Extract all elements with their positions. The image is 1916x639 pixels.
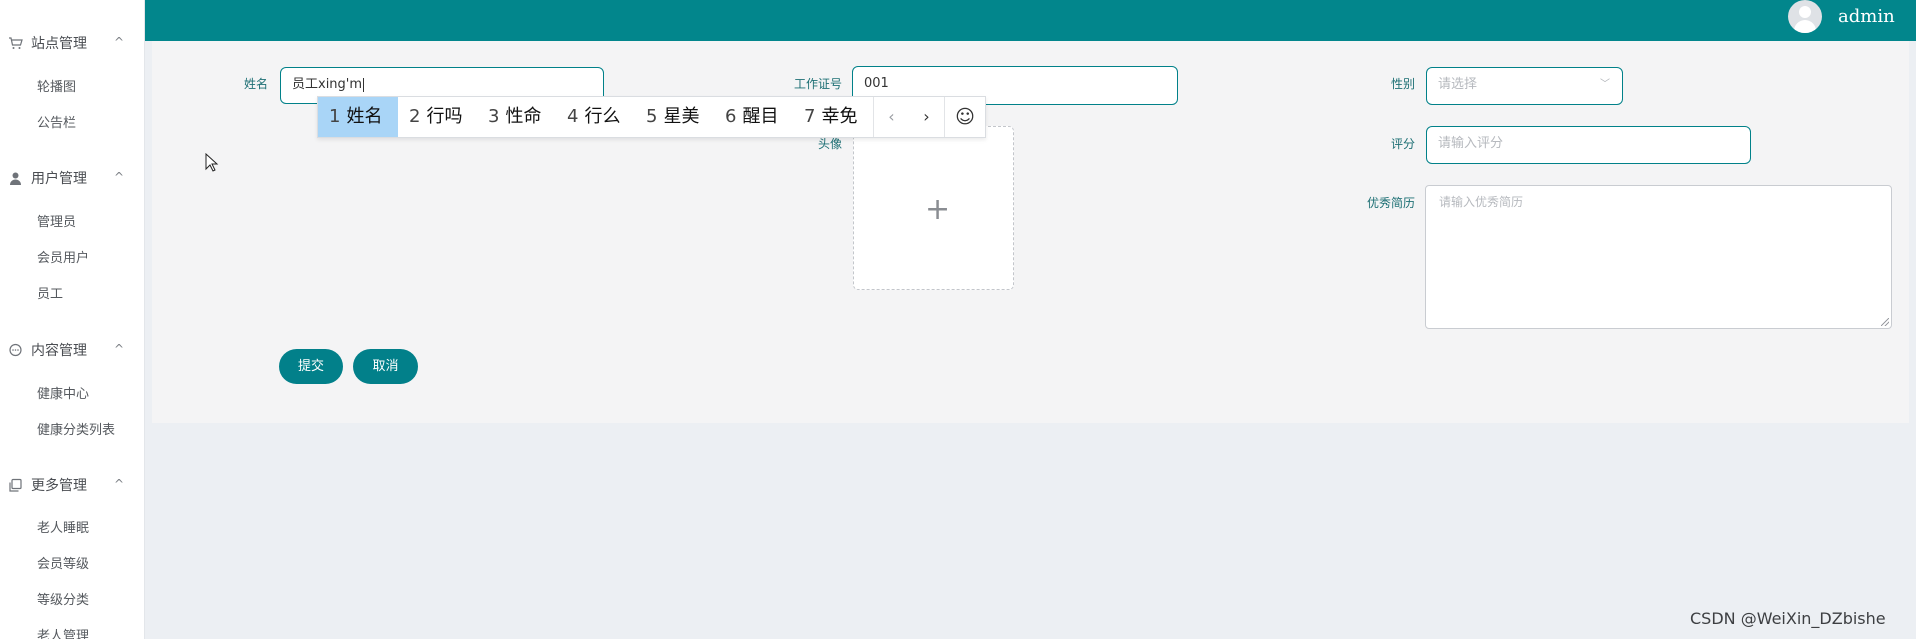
ime-candidate[interactable]: 7 幸免: [793, 97, 872, 137]
resume-textarea-placeholder: 请输入优秀简历: [1439, 195, 1524, 209]
ime-candidate[interactable]: 1 姓名: [318, 97, 398, 137]
ime-candidate[interactable]: 6 醒目: [714, 97, 793, 137]
name-input-value: 员工xing'm: [292, 77, 363, 92]
chevron-down-icon: ﹀: [1600, 79, 1610, 90]
chat-icon: [8, 343, 23, 358]
sidebar-item-level-category[interactable]: 等级分类: [37, 592, 89, 610]
copy-icon: [8, 478, 23, 493]
chevron-up-icon: ^: [114, 477, 125, 491]
sidebar-item-member[interactable]: 会员用户: [37, 250, 89, 268]
avatar[interactable]: [1788, 0, 1822, 33]
ime-candidate[interactable]: 5 星美: [635, 97, 714, 137]
resize-handle-icon[interactable]: [1881, 318, 1889, 326]
sidebar-group-label: 站点管理: [31, 36, 87, 52]
ime-prev-page-icon[interactable]: ‹: [874, 97, 909, 137]
ime-candidate[interactable]: 2 行吗: [398, 97, 477, 137]
chevron-up-icon: ^: [114, 170, 125, 184]
sidebar: 站点管理 ^ 轮播图 公告栏 用户管理 ^ 管理员 会员用户 员工 内容管理 ^…: [0, 0, 145, 639]
gender-select-placeholder: 请选择: [1438, 77, 1478, 92]
sidebar-item-notice[interactable]: 公告栏: [37, 115, 76, 133]
gender-label: 性别: [1390, 77, 1415, 91]
cancel-button[interactable]: 取消: [353, 349, 418, 384]
shop-icon: [8, 36, 23, 51]
sidebar-item-health-category[interactable]: 健康分类列表: [37, 422, 115, 440]
ime-candidate-bar: 1 姓名 2 行吗 3 性命 4 行么 5 星美 6 醒目 7 幸免 ‹ › ☺: [317, 96, 986, 138]
sidebar-item-elder-sleep[interactable]: 老人睡眠: [37, 520, 89, 538]
sidebar-group-site[interactable]: 站点管理 ^: [0, 31, 144, 57]
work-id-label: 工作证号: [793, 77, 842, 91]
score-input[interactable]: 请输入评分: [1426, 126, 1751, 164]
work-id-input-value: 001: [864, 76, 889, 91]
plus-icon: +: [925, 192, 951, 227]
username[interactable]: admin: [1838, 6, 1895, 28]
emoji-icon[interactable]: ☺: [945, 97, 985, 137]
resume-label: 优秀简历: [1366, 196, 1415, 210]
sidebar-group-label: 内容管理: [31, 343, 87, 359]
sidebar-group-user[interactable]: 用户管理 ^: [0, 166, 144, 192]
sidebar-item-health-center[interactable]: 健康中心: [37, 386, 89, 404]
ime-candidate[interactable]: 4 行么: [556, 97, 635, 137]
gender-select[interactable]: 请选择 ﹀: [1426, 67, 1623, 105]
ime-candidate[interactable]: 3 性命: [477, 97, 556, 137]
resume-textarea[interactable]: 请输入优秀简历: [1425, 185, 1892, 329]
name-label: 姓名: [243, 77, 268, 91]
sidebar-item-member-level[interactable]: 会员等级: [37, 556, 89, 574]
top-bar: [145, 0, 1916, 41]
sidebar-group-content[interactable]: 内容管理 ^: [0, 338, 144, 364]
avatar-label: 头像: [817, 137, 842, 151]
score-input-placeholder: 请输入评分: [1438, 136, 1504, 151]
user-icon: [8, 171, 23, 186]
sidebar-item-carousel[interactable]: 轮播图: [37, 79, 76, 97]
avatar-upload[interactable]: +: [853, 126, 1014, 290]
sidebar-item-staff[interactable]: 员工: [37, 286, 63, 304]
chevron-up-icon: ^: [114, 342, 125, 356]
sidebar-group-label: 更多管理: [31, 478, 87, 494]
sidebar-item-elder-manage[interactable]: 老人管理: [37, 628, 89, 639]
sidebar-group-more[interactable]: 更多管理 ^: [0, 473, 144, 499]
sidebar-item-admin[interactable]: 管理员: [37, 214, 76, 232]
ime-next-page-icon[interactable]: ›: [909, 97, 944, 137]
sidebar-group-label: 用户管理: [31, 171, 87, 187]
chevron-up-icon: ^: [114, 35, 125, 49]
score-label: 评分: [1390, 137, 1415, 151]
watermark: CSDN @WeiXin_DZbishe: [1690, 609, 1886, 628]
submit-button[interactable]: 提交: [279, 349, 343, 384]
